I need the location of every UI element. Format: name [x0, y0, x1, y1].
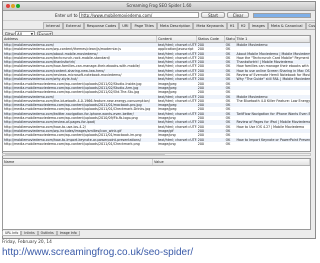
details-col-name[interactable]: Name: [3, 159, 153, 165]
crawl-progress-bar: [253, 13, 311, 18]
tab-strip: Internal External Response Codes URI Page Ti…: [3, 21, 315, 30]
column-header[interactable]: Title 1: [236, 36, 310, 42]
details-header: Name Value: [3, 159, 310, 166]
tab-images[interactable]: Images: [248, 22, 268, 29]
results-table: AddressContentStatus CodeStatusTitle 1 h…: [2, 35, 311, 152]
table-row[interactable]: http://media.mobilemoviedemo.com/wp-cont…: [3, 142, 310, 146]
table-header: AddressContentStatus CodeStatusTitle 1: [3, 36, 310, 43]
tab-response-codes[interactable]: Response Codes: [83, 22, 120, 29]
start-button[interactable]: Start: [201, 12, 225, 18]
tab-external[interactable]: External: [62, 22, 84, 29]
column-header[interactable]: Status: [225, 36, 236, 42]
tab-meta-canonical[interactable]: Meta & Canonical: [267, 22, 306, 29]
status-text: Friday, February 20, 14: [2, 240, 52, 245]
table-cell: OK: [225, 141, 231, 146]
bottom-tab-inlinks[interactable]: Inlinks: [21, 231, 38, 236]
bottom-tab-url-info[interactable]: URL Info: [2, 231, 22, 236]
column-header[interactable]: Address: [3, 36, 157, 42]
table-cell: [236, 142, 311, 146]
tab-meta-keywords[interactable]: Meta Keywords: [193, 22, 227, 29]
clear-button[interactable]: Clear: [227, 12, 249, 18]
tab-internal[interactable]: Internal: [43, 22, 63, 29]
details-col-value[interactable]: Value: [153, 159, 310, 165]
window-title: Screaming Frog SEO Spider 1.60: [126, 3, 192, 8]
column-header[interactable]: Status Code: [197, 36, 225, 42]
table-body: http://mobilemoviedemo.com/text/html; ch…: [3, 43, 310, 146]
crawl-progress-fill: [254, 14, 310, 17]
column-header[interactable]: Content: [157, 36, 197, 42]
tab-page-titles[interactable]: Page Titles: [131, 22, 157, 29]
details-panel: Name Value: [2, 158, 311, 230]
bottom-tab-image-info[interactable]: Image Info: [56, 231, 80, 236]
tab-custom[interactable]: Custom: [305, 22, 315, 29]
tab-uri[interactable]: URI: [119, 22, 132, 29]
title-bar: Screaming Frog SEO Spider 1.60: [3, 2, 315, 11]
bottom-tab-strip: URL Info Inlinks Outlinks Image Info: [2, 231, 80, 236]
table-cell: image/png: [157, 141, 176, 146]
table-cell: 200: [197, 141, 205, 146]
scrollbar-thumb[interactable]: [5, 154, 165, 155]
tab-meta-description[interactable]: Meta Description: [156, 22, 194, 29]
tab-h1[interactable]: H1: [226, 22, 238, 29]
horizontal-scrollbar[interactable]: [2, 153, 311, 156]
table-cell: http://media.mobilemoviedemo.com/wp-cont…: [4, 141, 140, 146]
source-url-caption: http://www.screamingfrog.co.uk/seo-spide…: [2, 247, 194, 258]
url-input[interactable]: http://www.mobilemoviedemo.com/: [79, 12, 199, 18]
bottom-tab-outlinks[interactable]: Outlinks: [37, 231, 57, 236]
tab-h2[interactable]: H2: [237, 22, 249, 29]
url-toolbar: Enter url to spider: http://www.mobilemo…: [3, 11, 315, 21]
